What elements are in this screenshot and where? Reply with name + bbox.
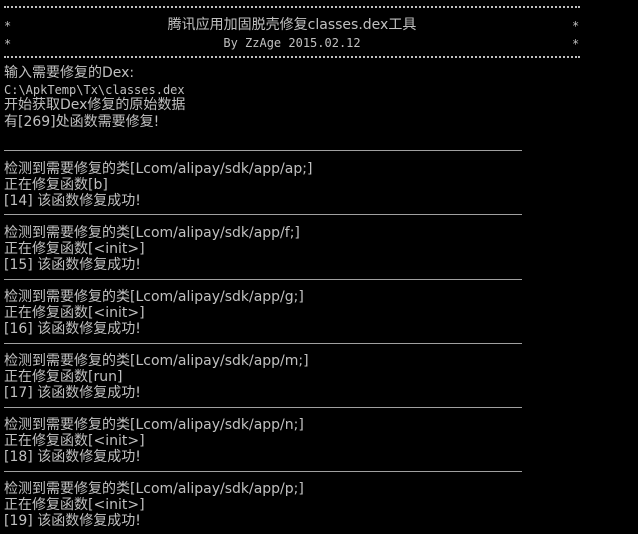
repairing-line: 正在修复函数[<init>] <box>4 433 145 449</box>
result-line: [15] 该函数修复成功! <box>4 257 141 273</box>
banner-title: 腾讯应用加固脱壳修复classes.dex工具 <box>167 17 417 33</box>
result-line: [17] 该函数修复成功! <box>4 385 141 401</box>
repairing-line: 正在修复函数[<init>] <box>4 241 145 257</box>
separator-line <box>4 471 522 472</box>
repairing-line: 正在修复函数[<init>] <box>4 497 145 513</box>
repair-count-message: 有[269]处函数需要修复! <box>4 114 160 130</box>
separator-line <box>4 214 522 215</box>
input-prompt: 输入需要修复的Dex: <box>4 65 135 81</box>
result-line: [16] 该函数修复成功! <box>4 321 141 337</box>
result-line: [18] 该函数修复成功! <box>4 449 141 465</box>
repairing-line: 正在修复函数[b] <box>4 177 108 193</box>
separator-line <box>4 279 522 280</box>
separator-line <box>4 407 522 408</box>
result-line: [14] 该函数修复成功! <box>4 193 141 209</box>
detect-line: 检测到需要修复的类[Lcom/alipay/sdk/app/ap;] <box>4 161 313 177</box>
detect-line: 检测到需要修复的类[Lcom/alipay/sdk/app/p;] <box>4 481 304 497</box>
separator-line <box>4 343 522 344</box>
result-line: [19] 该函数修复成功! <box>4 513 141 529</box>
separator-line <box>4 150 522 151</box>
repairing-line: 正在修复函数[run] <box>4 369 123 385</box>
detect-line: 检测到需要修复的类[Lcom/alipay/sdk/app/g;] <box>4 289 304 305</box>
repairing-line: 正在修复函数[<init>] <box>4 305 145 321</box>
dex-path: C:\ApkTemp\Tx\classes.dex <box>4 83 185 97</box>
fetching-message: 开始获取Dex修复的原始数据 <box>4 97 186 113</box>
banner-top-border <box>4 6 580 8</box>
detect-line: 检测到需要修复的类[Lcom/alipay/sdk/app/m;] <box>4 353 309 369</box>
detect-line: 检测到需要修复的类[Lcom/alipay/sdk/app/f;] <box>4 225 300 241</box>
banner-bottom-border <box>4 56 580 58</box>
banner-byline: By ZzAge 2015.02.12 <box>223 36 361 50</box>
console-window[interactable]: * * 腾讯应用加固脱壳修复classes.dex工具 * * By ZzAge… <box>0 0 638 534</box>
detect-line: 检测到需要修复的类[Lcom/alipay/sdk/app/n;] <box>4 417 304 433</box>
